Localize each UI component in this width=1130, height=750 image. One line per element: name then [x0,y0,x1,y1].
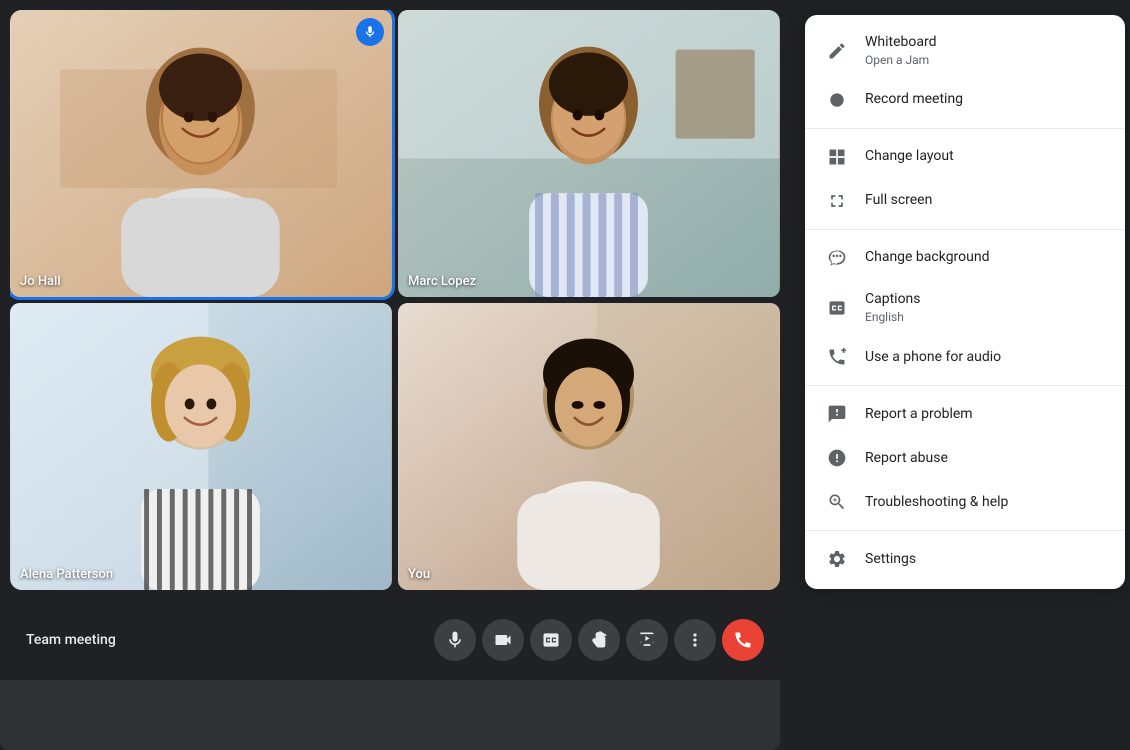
phone-audio-label: Use a phone for audio [865,348,1001,368]
meeting-title: Team meeting [26,632,426,648]
pencil-icon [825,39,849,63]
mic-badge-jo [356,18,384,46]
menu-item-phone-audio[interactable]: Use a phone for audio [805,335,1125,379]
participant-name-you: You [408,567,430,582]
layout-label: Change layout [865,147,954,167]
video-grid: Jo Hall [10,10,780,590]
whiteboard-label: Whiteboard [865,33,937,53]
whiteboard-sublabel: Open a Jam [865,53,937,69]
present-button[interactable] [626,619,668,661]
record-icon [825,88,849,112]
end-call-button[interactable] [722,619,764,661]
captions-icon [825,296,849,320]
background-icon [825,246,849,270]
video-tile-alena-patterson: Alena Patterson [10,303,392,590]
participant-name-marc: Marc Lopez [408,274,476,289]
menu-item-record[interactable]: Record meeting [805,78,1125,122]
mic-button[interactable] [434,619,476,661]
report-abuse-icon [825,446,849,470]
layout-icon [825,145,849,169]
camera-button[interactable] [482,619,524,661]
more-options-button[interactable] [674,619,716,661]
menu-item-settings[interactable]: Settings [805,537,1125,581]
bottom-bar [0,680,780,750]
participant-name-alena: Alena Patterson [20,567,113,582]
menu-item-fullscreen[interactable]: Full screen [805,179,1125,223]
menu-item-layout[interactable]: Change layout [805,135,1125,179]
troubleshooting-icon [825,490,849,514]
raise-hand-button[interactable] [578,619,620,661]
report-abuse-label: Report abuse [865,449,948,469]
captions-label: Captions [865,290,921,310]
report-problem-label: Report a problem [865,405,973,425]
context-menu: Whiteboard Open a Jam Record meeting Cha… [805,15,1125,589]
divider-3 [805,385,1125,386]
toolbar: Team meeting [10,610,780,670]
divider-1 [805,128,1125,129]
toolbar-buttons [434,619,764,661]
fullscreen-icon [825,189,849,213]
report-problem-icon [825,402,849,426]
video-tile-you: You [398,303,780,590]
settings-label: Settings [865,550,916,570]
divider-4 [805,530,1125,531]
menu-item-report-problem[interactable]: Report a problem [805,392,1125,436]
participant-name-jo: Jo Hall [20,274,61,289]
settings-icon [825,547,849,571]
menu-item-report-abuse[interactable]: Report abuse [805,436,1125,480]
phone-audio-icon [825,345,849,369]
captions-sublabel: English [865,310,921,326]
menu-item-whiteboard[interactable]: Whiteboard Open a Jam [805,23,1125,78]
troubleshooting-label: Troubleshooting & help [865,493,1008,513]
menu-item-captions[interactable]: Captions English [805,280,1125,335]
divider-2 [805,229,1125,230]
video-tile-jo-hall: Jo Hall [10,10,392,297]
fullscreen-label: Full screen [865,191,932,211]
captions-button[interactable] [530,619,572,661]
menu-item-background[interactable]: Change background [805,236,1125,280]
menu-item-troubleshooting[interactable]: Troubleshooting & help [805,480,1125,524]
record-label: Record meeting [865,90,963,110]
video-tile-marc-lopez: Marc Lopez [398,10,780,297]
background-label: Change background [865,248,990,268]
